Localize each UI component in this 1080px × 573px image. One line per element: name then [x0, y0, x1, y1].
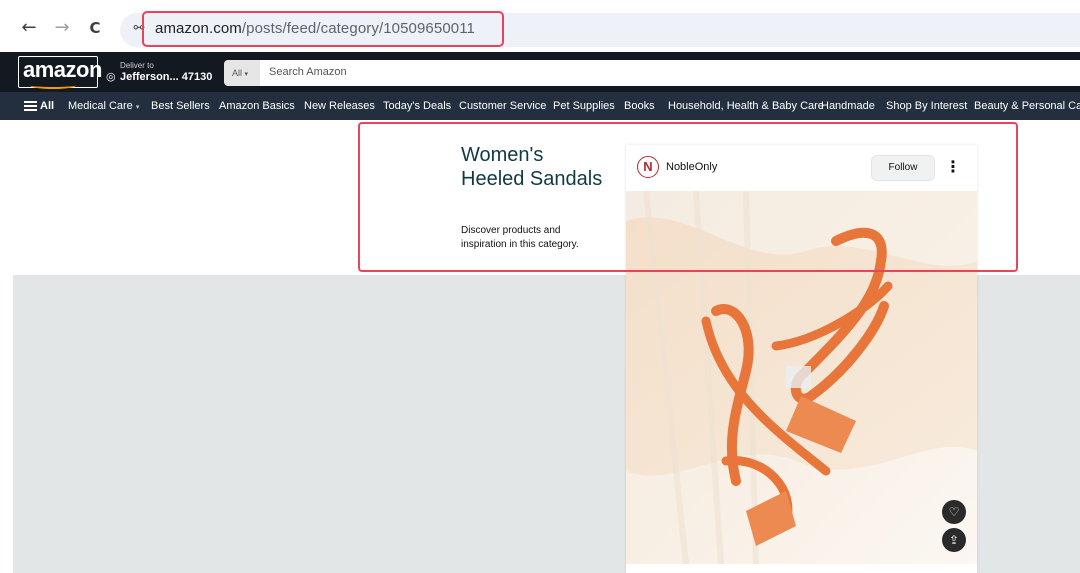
nav-item-shop-by-interest[interactable]: Shop By Interest — [886, 100, 967, 112]
content-highlight-box — [358, 122, 1018, 272]
nav-item-books[interactable]: Books — [624, 100, 655, 112]
nav-item-best-sellers[interactable]: Best Sellers — [151, 100, 210, 112]
nav-item-todays-deals[interactable]: Today's Deals — [383, 100, 451, 112]
chevron-down-icon: ▾ — [244, 71, 249, 78]
nav-item-handmade[interactable]: Handmade — [821, 100, 875, 112]
reload-icon[interactable]: C — [84, 17, 106, 39]
deliver-location[interactable]: Jefferson... 47130 — [120, 71, 212, 83]
url-highlight-box — [142, 11, 504, 47]
search-placeholder: Search Amazon — [269, 66, 347, 78]
chevron-down-icon: ▾ — [135, 104, 140, 111]
deliver-label[interactable]: Deliver to — [120, 61, 154, 70]
heart-icon[interactable]: ♡ — [942, 500, 966, 524]
nav-item-new-releases[interactable]: New Releases — [304, 100, 375, 112]
nav-item-amazon-basics[interactable]: Amazon Basics — [219, 100, 295, 112]
share-icon[interactable]: ⇪ — [942, 528, 966, 552]
nav-item-pet-supplies[interactable]: Pet Supplies — [553, 100, 615, 112]
search-department-select[interactable]: All ▾ — [224, 60, 260, 86]
hamburger-menu-icon[interactable] — [24, 101, 37, 111]
search-input[interactable] — [260, 60, 1080, 86]
nav-item-label: Medical Care — [68, 100, 133, 112]
amazon-logo-text: amazon — [23, 57, 102, 82]
nav-all[interactable]: All — [40, 100, 54, 112]
forward-arrow-icon[interactable]: → — [51, 17, 73, 39]
nav-item-customer-service[interactable]: Customer Service — [459, 100, 546, 112]
back-arrow-icon[interactable]: ← — [18, 17, 40, 39]
search-dept-label: All — [232, 68, 243, 78]
nav-item-medical-care[interactable]: Medical Care ▾ — [68, 100, 139, 112]
amazon-smile-icon — [30, 82, 76, 89]
nav-item-beauty[interactable]: Beauty & Personal Ca — [974, 100, 1080, 112]
location-pin-icon: ◎ — [106, 70, 116, 83]
nav-item-household[interactable]: Household, Health & Baby Care — [668, 100, 824, 112]
